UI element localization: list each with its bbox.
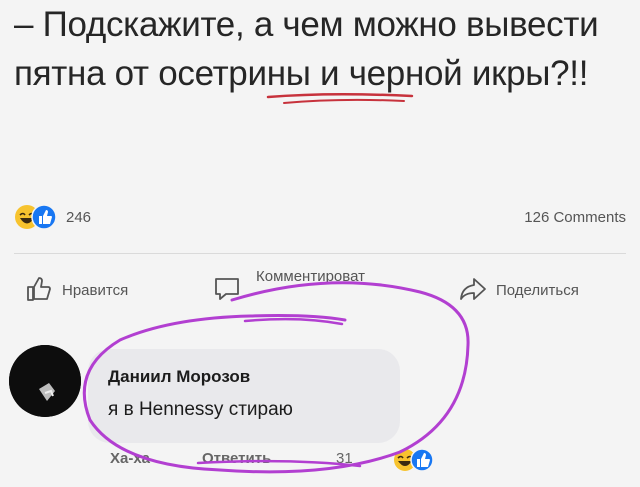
comments-count[interactable]: 126 Comments [524,209,626,226]
post-text: – Подскажите, а чем можно вывести пятна … [14,5,599,93]
share-arrow-icon [460,278,486,300]
comment-icon [215,278,239,300]
comment-text: я в Hennessy стираю [108,399,293,420]
like-thumb-icon [410,448,434,472]
share-label: Поделиться [496,282,579,299]
comment-author[interactable]: Даниил Морозов [108,367,250,387]
comment-actions-row: Ха-ха Ответить 31 [110,446,470,476]
haha-reaction-button[interactable]: Ха-ха [110,450,150,467]
comment-label: Комментироват [256,268,365,285]
reply-button[interactable]: Ответить [202,450,271,467]
reaction-icons [15,204,57,230]
divider [14,253,626,254]
comment-button[interactable]: Комментироват [212,268,432,310]
comment-bubble: Даниил Морозов я в Hennessy стираю [88,349,400,443]
avatar-image [9,345,81,417]
like-thumb-icon [31,204,57,230]
like-button[interactable]: Нравится [24,270,184,310]
red-underline-annotation-2 [283,98,405,104]
avatar[interactable] [9,345,81,417]
purple-underline-annotation [243,317,344,326]
thumbs-up-icon [27,277,51,301]
reactions-bar[interactable]: 246 126 Comments [14,201,626,233]
comment-reaction-count: 31 [336,450,353,467]
like-label: Нравится [62,282,129,299]
reaction-count: 246 [66,209,92,226]
comment-reaction-icons [394,448,434,472]
share-button[interactable]: Поделиться [458,270,628,310]
